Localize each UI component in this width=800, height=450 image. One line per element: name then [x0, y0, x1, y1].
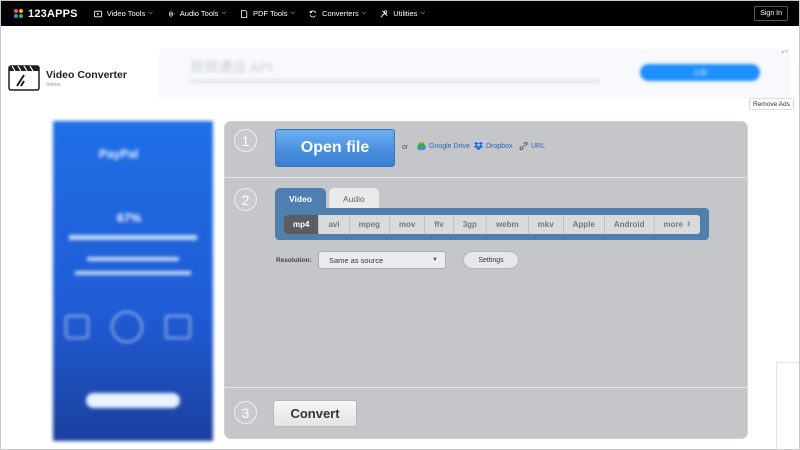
step-number: 2	[234, 188, 257, 211]
convert-button[interactable]: Convert	[273, 400, 357, 427]
top-navbar: 123APPS Video Tools ⌵ Audio Tools ⌵ PDF …	[1, 1, 799, 26]
ad-button[interactable]: 立即	[640, 64, 760, 81]
convert-icon	[309, 10, 317, 17]
ad-title: 视频通话 API	[190, 59, 273, 75]
nav-item-label: PDF Tools	[253, 9, 288, 18]
chevron-down-icon: ⌵	[420, 10, 426, 16]
link-icon	[519, 142, 528, 150]
settings-button[interactable]: Settings	[463, 251, 519, 269]
ad-text-line	[69, 235, 197, 240]
resolution-label: Resolution:	[276, 257, 312, 264]
nav-item-video-tools[interactable]: Video Tools ⌵	[93, 9, 153, 18]
chevron-down-icon: ⌵	[361, 10, 367, 16]
tab-video[interactable]: Video	[275, 188, 326, 209]
step-divider	[224, 387, 748, 388]
resolution-value: Same as source	[329, 255, 384, 265]
google-drive-link[interactable]: Google Drive	[417, 142, 470, 150]
dropbox-link[interactable]: Dropbox	[474, 142, 512, 150]
chevron-down-icon: ⌵	[148, 10, 153, 16]
format-option-avi[interactable]: avi	[319, 215, 350, 234]
format-option-android[interactable]: Android	[605, 215, 655, 234]
nav-menu: Video Tools ⌵ Audio Tools ⌵ PDF Tools ⌵ …	[93, 9, 439, 18]
page-subtitle: online	[46, 81, 61, 88]
converter-panel: 1 Open file or Google Drive Dropbox URL …	[224, 121, 748, 439]
format-option-mkv[interactable]: mkv	[529, 215, 564, 234]
format-option-apple[interactable]: Apple	[564, 215, 605, 234]
chevron-down-icon: ⌵	[221, 10, 226, 16]
side-banner-ad[interactable]: PayPal 67%	[53, 121, 213, 441]
url-label: URL	[531, 142, 546, 150]
or-label: or	[402, 144, 409, 151]
dropdown-arrow-icon: ▼	[432, 257, 438, 263]
nav-item-converters[interactable]: Converters ⌵	[309, 9, 366, 18]
format-option-mov[interactable]: mov	[390, 215, 426, 234]
ad-choices-icon[interactable]: ▸✕	[782, 49, 789, 55]
app-header: Video Converter online	[8, 65, 127, 91]
ad-graphic	[111, 311, 143, 343]
ad-text-line	[75, 271, 191, 275]
ad-graphic	[65, 315, 89, 339]
format-option-more[interactable]: more ⇕	[655, 215, 700, 234]
resolution-select[interactable]: Same as source ▼	[318, 251, 446, 269]
format-bar: mp4 avi mpeg mov flv 3gp webm mkv Apple …	[275, 208, 709, 240]
up-down-arrows-icon: ⇕	[685, 222, 691, 228]
nav-item-label: Converters	[322, 9, 359, 18]
format-list: mp4 avi mpeg mov flv 3gp webm mkv Apple …	[284, 215, 700, 234]
brand-name: 123APPS	[28, 7, 78, 20]
ad-text-line	[190, 79, 600, 83]
media-tabs: Video Audio	[275, 188, 382, 209]
nav-item-utilities[interactable]: Utilities ⌵	[380, 9, 425, 18]
audio-wave-icon	[168, 10, 175, 17]
sign-in-button[interactable]: Sign In	[754, 6, 788, 21]
ad-text-line	[87, 257, 179, 261]
format-option-mp4[interactable]: mp4	[284, 215, 320, 234]
google-drive-label: Google Drive	[429, 142, 470, 150]
ad-percent: 67%	[117, 211, 142, 225]
more-label: more	[663, 220, 684, 229]
tab-audio[interactable]: Audio	[329, 188, 379, 209]
top-banner-ad[interactable]: 视频通话 API 立即	[158, 49, 790, 99]
url-link[interactable]: URL	[519, 142, 545, 150]
remove-ads-button[interactable]: Remove Ads	[749, 98, 794, 110]
utilities-icon	[380, 9, 388, 18]
format-option-mpeg[interactable]: mpeg	[350, 215, 390, 234]
format-option-webm[interactable]: webm	[487, 215, 529, 234]
ad-button[interactable]	[86, 393, 180, 408]
nav-item-audio-tools[interactable]: Audio Tools ⌵	[167, 9, 226, 18]
nav-item-label: Audio Tools	[179, 9, 219, 18]
nav-item-label: Video Tools	[106, 9, 146, 18]
ad-brand: PayPal	[99, 147, 139, 161]
video-icon	[93, 10, 102, 17]
ad-graphic	[165, 315, 191, 339]
dropbox-label: Dropbox	[486, 142, 513, 150]
google-drive-icon	[417, 142, 426, 150]
dropbox-icon	[474, 142, 483, 150]
step-divider	[224, 177, 748, 178]
pdf-icon	[241, 9, 248, 18]
open-file-button[interactable]: Open file	[275, 129, 395, 167]
step-number: 3	[234, 401, 257, 424]
brand-logo[interactable]: 123APPS	[14, 8, 78, 20]
page-title: Video Converter	[46, 68, 127, 81]
format-option-flv[interactable]: flv	[425, 215, 454, 234]
format-option-3gp[interactable]: 3gp	[454, 215, 487, 234]
nav-item-pdf-tools[interactable]: PDF Tools ⌵	[240, 9, 295, 18]
side-frame	[776, 362, 799, 449]
chevron-down-icon: ⌵	[290, 10, 296, 16]
nav-item-label: Utilities	[393, 9, 418, 18]
step-number: 1	[234, 129, 257, 152]
video-converter-icon	[8, 65, 40, 91]
logo-dots-icon	[14, 8, 24, 19]
